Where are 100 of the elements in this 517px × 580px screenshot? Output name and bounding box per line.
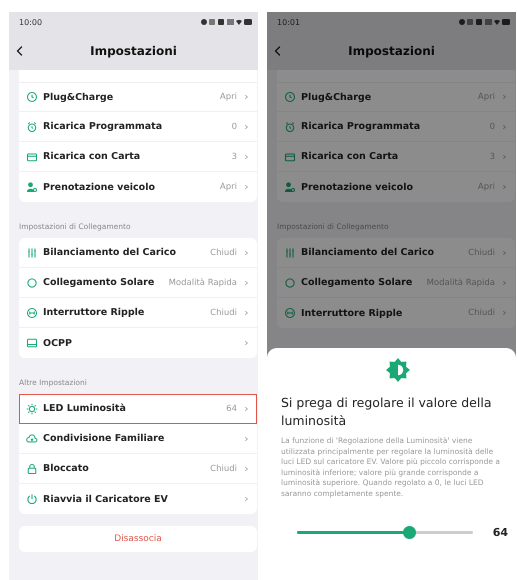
settings-row[interactable]: Riavvia il Caricatore EV <box>19 484 257 514</box>
row-label: OCPP <box>43 338 73 348</box>
row-value: Chiudi <box>210 308 237 318</box>
back-icon <box>15 44 25 58</box>
chevron-icon <box>502 309 507 317</box>
row-label: Bloccato <box>43 463 90 474</box>
chevron-icon <box>244 339 249 347</box>
status-icons-drawing <box>458 18 510 26</box>
brightness-icon <box>386 358 410 382</box>
person-icon <box>284 181 296 193</box>
chevron-icon <box>502 183 507 191</box>
row-label: Interruttore Ripple <box>43 307 146 318</box>
card-icon <box>284 150 296 162</box>
chevron-icon <box>244 464 249 472</box>
alarm-clock-icon <box>26 120 38 132</box>
settings-row[interactable]: Collegamento Solare Modalità Rapida <box>277 268 515 298</box>
chevron-icon <box>244 122 249 130</box>
row-label: Plug&Charge <box>301 92 372 102</box>
row-label: Interruttore Ripple <box>301 308 404 318</box>
row-label: Ricarica con Carta <box>43 151 142 162</box>
settings-row[interactable]: Ricarica Programmata 0 <box>277 112 515 142</box>
row-label: Collegamento Solare <box>301 277 414 288</box>
row-label: Plug&Charge <box>43 92 114 102</box>
row-label: Riavvia il Caricatore EV <box>43 494 169 504</box>
status-time: 10:01 <box>277 18 300 26</box>
switch-icon <box>26 306 38 318</box>
chevron-icon <box>244 93 249 101</box>
row-value: Apri <box>220 92 237 102</box>
settings-row[interactable]: Ricarica Programmata 0 <box>19 112 257 142</box>
clock-icon <box>284 91 296 103</box>
settings-row[interactable]: Bilanciamento del Carico Chiudi <box>19 238 257 268</box>
circle-icon <box>26 276 38 288</box>
chevron-icon <box>244 183 249 191</box>
settings-row[interactable]: LED Luminosità 64 <box>19 394 257 424</box>
chevron-icon <box>244 152 249 160</box>
row-value: Chiudi <box>468 308 495 318</box>
person-icon <box>26 181 38 193</box>
row-label: Ricarica Programmata <box>43 121 164 132</box>
settings-row[interactable]: Plug&Charge Apri <box>277 82 515 112</box>
monitor-icon <box>26 337 38 349</box>
settings-row[interactable]: Plug&Charge Apri <box>19 82 257 112</box>
row-label: Ricarica Programmata <box>301 121 422 132</box>
chevron-icon <box>244 434 249 442</box>
alarm-clock-icon <box>284 120 296 132</box>
settings-row[interactable]: Prenotazione veicolo Apri <box>277 172 515 202</box>
settings-row[interactable]: Interruttore Ripple Chiudi <box>277 298 515 328</box>
row-value: Modalità Rapida <box>426 278 495 288</box>
settings-row[interactable]: Bloccato Chiudi <box>19 454 257 484</box>
chevron-icon <box>502 122 507 130</box>
row-value: 3 <box>490 152 495 162</box>
settings-row[interactable]: Ricarica con Carta 3 <box>277 142 515 172</box>
row-value: 0 <box>490 122 495 132</box>
row-label: Bilanciamento del Carico <box>43 247 177 258</box>
row-value: Apri <box>220 182 237 192</box>
settings-row[interactable]: OCPP <box>19 328 257 358</box>
row-value: Modalità Rapida <box>168 278 237 288</box>
clock-icon <box>26 91 38 103</box>
brightness-slider[interactable] <box>297 526 473 539</box>
status-icons-drawing <box>200 18 252 26</box>
unpair-button[interactable]: Disassocia <box>19 526 257 552</box>
chevron-icon <box>244 278 249 286</box>
balance-icon <box>284 246 296 258</box>
row-value: Apri <box>478 92 495 102</box>
settings-row[interactable]: Prenotazione veicolo Apri <box>19 172 257 202</box>
row-label: Prenotazione veicolo <box>301 182 414 192</box>
power-icon <box>26 493 38 505</box>
row-label: Collegamento Solare <box>43 277 156 288</box>
back-icon <box>273 44 283 58</box>
row-value: Chiudi <box>468 248 495 258</box>
row-value: 0 <box>232 122 237 132</box>
lock-icon <box>26 462 38 474</box>
row-value: 64 <box>226 404 237 414</box>
chevron-icon <box>502 278 507 286</box>
status-time: 10:00 <box>19 18 42 26</box>
settings-row[interactable]: Collegamento Solare Modalità Rapida <box>19 268 257 298</box>
row-label: Bilanciamento del Carico <box>301 247 435 258</box>
row-label: Prenotazione veicolo <box>43 182 156 192</box>
chevron-icon <box>502 248 507 256</box>
cloud-icon <box>26 432 38 444</box>
balance-icon <box>26 246 38 258</box>
slider-value: 64 <box>492 526 508 539</box>
switch-icon <box>284 307 296 319</box>
row-label: Condivisione Familiare <box>43 433 166 444</box>
chevron-icon <box>244 404 249 412</box>
chevron-icon <box>244 308 249 316</box>
chevron-icon <box>244 495 249 503</box>
settings-row[interactable]: Interruttore Ripple Chiudi <box>19 298 257 328</box>
settings-row[interactable]: Condivisione Familiare <box>19 424 257 454</box>
row-value: Chiudi <box>210 464 237 474</box>
row-value: 3 <box>232 152 237 162</box>
card-icon <box>26 150 38 162</box>
settings-row[interactable]: Bilanciamento del Carico Chiudi <box>277 238 515 268</box>
settings-row[interactable]: Ricarica con Carta 3 <box>19 142 257 172</box>
chevron-icon <box>244 248 249 256</box>
row-value: Apri <box>478 182 495 192</box>
slider-thumb[interactable] <box>403 526 416 539</box>
chevron-icon <box>502 152 507 160</box>
row-label: LED Luminosità <box>43 403 127 414</box>
brightness-icon <box>26 402 38 414</box>
chevron-icon <box>502 93 507 101</box>
